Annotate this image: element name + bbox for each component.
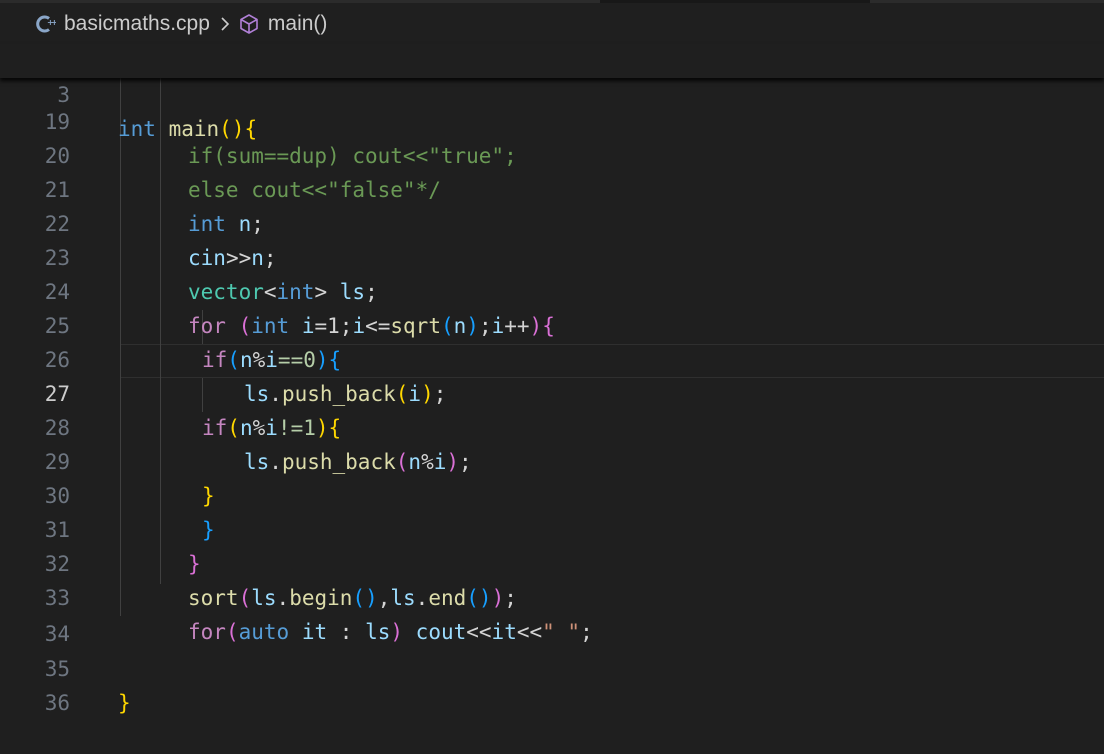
code-line[interactable]: 28 ls.push_back(n%i); [0, 377, 1104, 474]
code-line[interactable]: 23 vector<int> ls; [0, 207, 1104, 304]
bracket: ( [219, 117, 232, 141]
line-number: 36 [44, 691, 70, 715]
bracket: } [118, 691, 131, 715]
code-line[interactable]: 35 } [0, 618, 1104, 715]
code-line[interactable]: 32 sort(ls.begin(),ls.end()); [0, 513, 1104, 610]
code-line[interactable]: 36 [0, 652, 1104, 715]
code-line[interactable]: 33 for(auto it : ls) cout<<it<<" "; [0, 547, 1104, 644]
code-line[interactable]: 34 [0, 583, 1104, 646]
line-number: 3 [57, 83, 70, 107]
code-line[interactable]: 25 if(n%i==0){ [0, 275, 1104, 372]
function: main [168, 117, 220, 141]
code-line[interactable]: 26 ls.push_back(i); [0, 309, 1104, 406]
code-line[interactable]: 22 cin>>n; [0, 173, 1104, 270]
code-line[interactable]: 30 } [0, 445, 1104, 542]
bracket: { [244, 117, 258, 141]
keyword: int [118, 117, 156, 141]
code-line[interactable]: 31 } [0, 479, 1104, 576]
code-line[interactable]: 27 if(n%i!=1){ [0, 343, 1104, 440]
code-editor[interactable]: 19 if(sum==dup) cout<<"true"; 20 else co… [0, 0, 1104, 720]
code-line[interactable]: 24 for (int i=1;i<=sqrt(n);i++){ [0, 241, 1104, 338]
bracket: ) [231, 117, 245, 141]
code-line[interactable]: 29 } [0, 411, 1104, 508]
sticky-scroll-line[interactable]: 3 int main(){ [0, 44, 1104, 141]
